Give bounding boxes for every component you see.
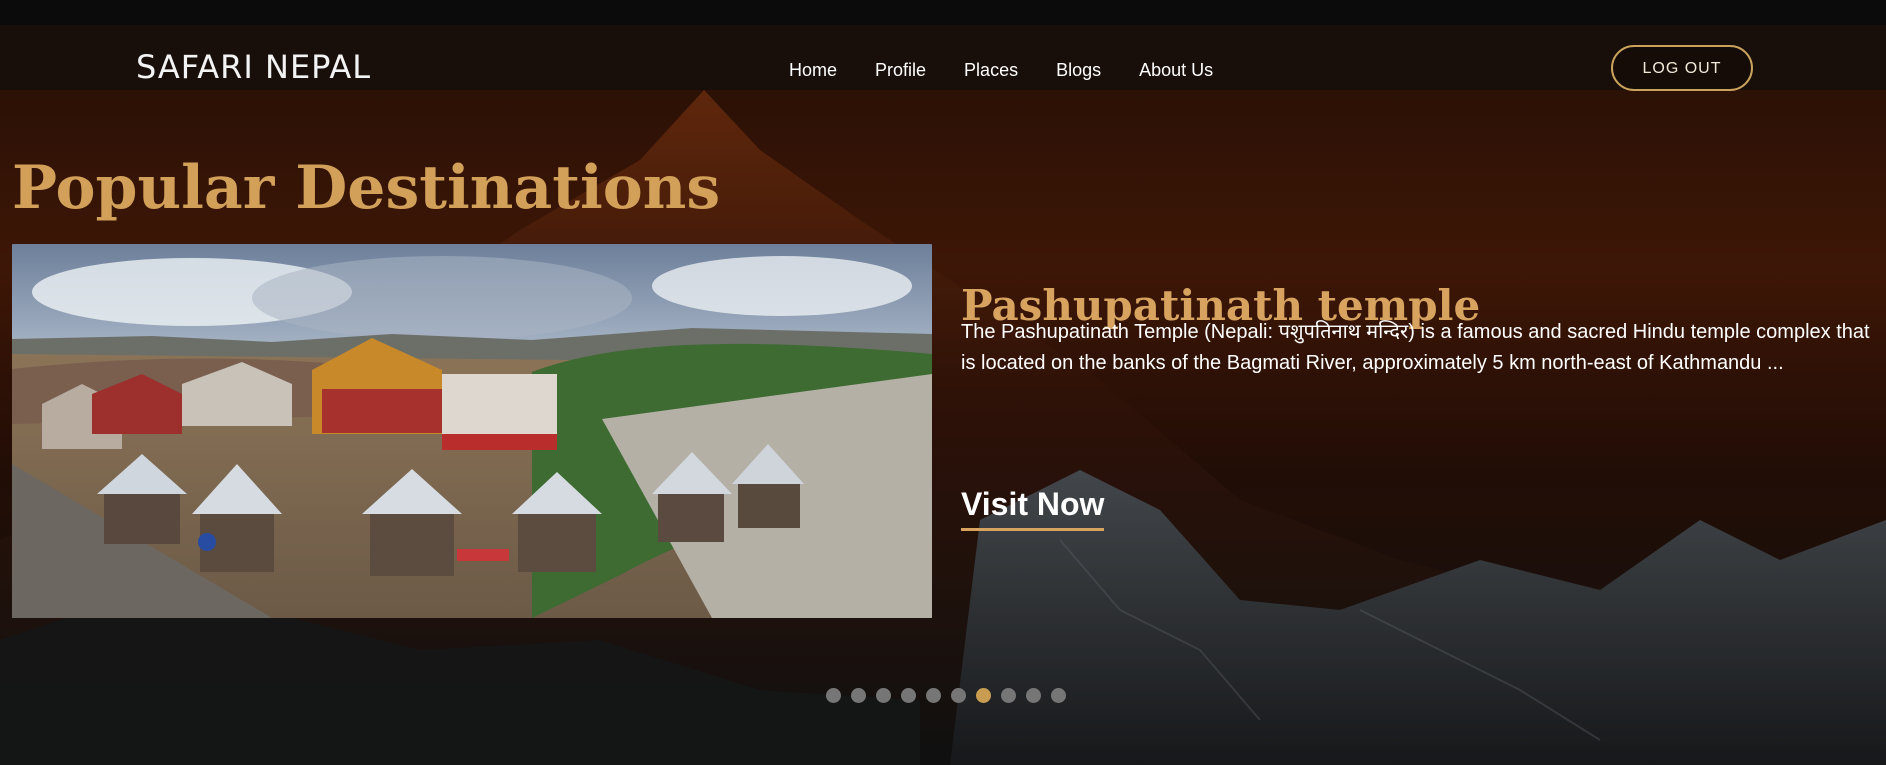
nav-blogs-link[interactable]: Blogs [1056,55,1101,85]
carousel-dot[interactable] [1001,688,1016,703]
destination-image [12,244,932,618]
visit-now-link[interactable]: Visit Now [961,482,1105,531]
page: SAFARI NEPAL Home Profile Places Blogs A… [0,0,1886,765]
carousel-dot[interactable] [876,688,891,703]
destination-description: The Pashupatinath Temple (Nepali: पशुपति… [961,321,1870,374]
top-strip [0,0,1886,25]
carousel-dot[interactable] [951,688,966,703]
site-brand[interactable]: SAFARI NEPAL [136,47,371,87]
logout-button[interactable]: LOG OUT [1611,45,1753,91]
main-nav: Home Profile Places Blogs About Us [789,55,1251,85]
carousel-pagination [826,688,1066,703]
navbar: SAFARI NEPAL Home Profile Places Blogs A… [0,25,1886,91]
nav-profile-link[interactable]: Profile [875,55,926,85]
carousel-dot[interactable] [1026,688,1041,703]
nav-home-link[interactable]: Home [789,55,837,85]
carousel-dot[interactable] [826,688,841,703]
carousel-dot[interactable] [901,688,916,703]
carousel-dot[interactable] [926,688,941,703]
page-title: Popular Destinations [12,153,721,224]
carousel-dot[interactable] [851,688,866,703]
carousel-dot[interactable] [1051,688,1066,703]
nav-about-us-link[interactable]: About Us [1139,55,1213,85]
nav-places-link[interactable]: Places [964,55,1018,85]
carousel-dot-active[interactable] [976,688,991,703]
